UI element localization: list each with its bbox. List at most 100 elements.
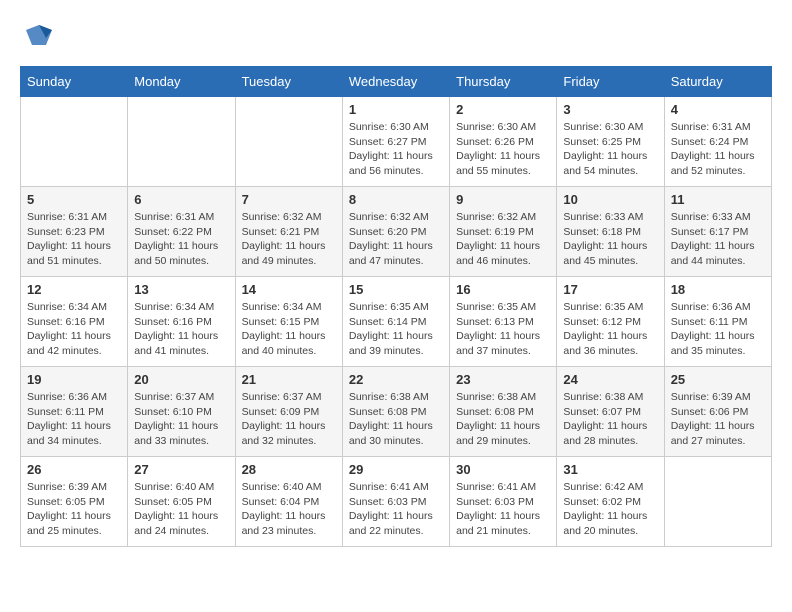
calendar-cell: 16 Sunrise: 6:35 AMSunset: 6:13 PMDayligh… bbox=[450, 277, 557, 367]
logo-icon bbox=[24, 20, 54, 50]
day-number: 14 bbox=[242, 282, 336, 297]
day-number: 28 bbox=[242, 462, 336, 477]
day-info: Sunrise: 6:42 AMSunset: 6:02 PMDaylight:… bbox=[563, 480, 657, 539]
calendar-cell: 21 Sunrise: 6:37 AMSunset: 6:09 PMDayligh… bbox=[235, 367, 342, 457]
calendar-cell: 19 Sunrise: 6:36 AMSunset: 6:11 PMDayligh… bbox=[21, 367, 128, 457]
calendar-cell: 24 Sunrise: 6:38 AMSunset: 6:07 PMDayligh… bbox=[557, 367, 664, 457]
calendar-cell: 30Sunrise: 6:41 AMSunset: 6:03 PMDayligh… bbox=[450, 457, 557, 547]
day-info: Sunrise: 6:33 AMSunset: 6:18 PMDaylight:… bbox=[563, 210, 657, 269]
weekday-header-monday: Monday bbox=[128, 67, 235, 97]
weekday-header-wednesday: Wednesday bbox=[342, 67, 449, 97]
day-info: Sunrise: 6:34 AMSunset: 6:16 PMDaylight:… bbox=[134, 300, 228, 359]
day-info: Sunrise: 6:31 AMSunset: 6:22 PMDaylight:… bbox=[134, 210, 228, 269]
day-info: Sunrise: 6:37 AMSunset: 6:09 PMDaylight:… bbox=[242, 390, 336, 449]
calendar-header: SundayMondayTuesdayWednesdayThursdayFrid… bbox=[21, 67, 772, 97]
day-info: Sunrise: 6:41 AMSunset: 6:03 PMDaylight:… bbox=[456, 480, 550, 539]
day-info: Sunrise: 6:32 AMSunset: 6:20 PMDaylight:… bbox=[349, 210, 443, 269]
calendar-cell: 10 Sunrise: 6:33 AMSunset: 6:18 PMDayligh… bbox=[557, 187, 664, 277]
calendar-cell: 13 Sunrise: 6:34 AMSunset: 6:16 PMDayligh… bbox=[128, 277, 235, 367]
weekday-header-tuesday: Tuesday bbox=[235, 67, 342, 97]
day-number: 29 bbox=[349, 462, 443, 477]
calendar-cell: 4Sunrise: 6:31 AMSunset: 6:24 PMDaylight… bbox=[664, 97, 771, 187]
calendar-cell: 22 Sunrise: 6:38 AMSunset: 6:08 PMDayligh… bbox=[342, 367, 449, 457]
week-row-5: 26 Sunrise: 6:39 AMSunset: 6:05 PMDayligh… bbox=[21, 457, 772, 547]
calendar-cell bbox=[128, 97, 235, 187]
day-number: 24 bbox=[563, 372, 657, 387]
calendar-cell: 26 Sunrise: 6:39 AMSunset: 6:05 PMDayligh… bbox=[21, 457, 128, 547]
day-number: 7 bbox=[242, 192, 336, 207]
day-number: 19 bbox=[27, 372, 121, 387]
weekday-row: SundayMondayTuesdayWednesdayThursdayFrid… bbox=[21, 67, 772, 97]
calendar-cell: 28Sunrise: 6:40 AMSunset: 6:04 PMDayligh… bbox=[235, 457, 342, 547]
day-info: Sunrise: 6:36 AMSunset: 6:11 PMDaylight:… bbox=[27, 390, 121, 449]
day-number: 16 bbox=[456, 282, 550, 297]
day-number: 3 bbox=[563, 102, 657, 117]
calendar-cell: 5Sunrise: 6:31 AMSunset: 6:23 PMDaylight… bbox=[21, 187, 128, 277]
calendar-cell: 2Sunrise: 6:30 AMSunset: 6:26 PMDaylight… bbox=[450, 97, 557, 187]
day-info: Sunrise: 6:30 AMSunset: 6:27 PMDaylight:… bbox=[349, 120, 443, 179]
calendar-cell: 6Sunrise: 6:31 AMSunset: 6:22 PMDaylight… bbox=[128, 187, 235, 277]
day-number: 31 bbox=[563, 462, 657, 477]
calendar-cell: 3 Sunrise: 6:30 AMSunset: 6:25 PMDaylight… bbox=[557, 97, 664, 187]
weekday-header-saturday: Saturday bbox=[664, 67, 771, 97]
day-info: Sunrise: 6:38 AMSunset: 6:07 PMDaylight:… bbox=[563, 390, 657, 449]
day-info: Sunrise: 6:35 AMSunset: 6:13 PMDaylight:… bbox=[456, 300, 550, 359]
day-info: Sunrise: 6:35 AMSunset: 6:12 PMDaylight:… bbox=[563, 300, 657, 359]
day-number: 26 bbox=[27, 462, 121, 477]
day-number: 21 bbox=[242, 372, 336, 387]
calendar-cell: 7 Sunrise: 6:32 AMSunset: 6:21 PMDaylight… bbox=[235, 187, 342, 277]
logo bbox=[20, 20, 54, 50]
day-info: Sunrise: 6:30 AMSunset: 6:26 PMDaylight:… bbox=[456, 120, 550, 179]
day-number: 13 bbox=[134, 282, 228, 297]
week-row-3: 12 Sunrise: 6:34 AMSunset: 6:16 PMDayligh… bbox=[21, 277, 772, 367]
day-info: Sunrise: 6:37 AMSunset: 6:10 PMDaylight:… bbox=[134, 390, 228, 449]
day-number: 18 bbox=[671, 282, 765, 297]
calendar-cell: 14 Sunrise: 6:34 AMSunset: 6:15 PMDayligh… bbox=[235, 277, 342, 367]
day-number: 10 bbox=[563, 192, 657, 207]
calendar-cell: 8 Sunrise: 6:32 AMSunset: 6:20 PMDaylight… bbox=[342, 187, 449, 277]
day-number: 5 bbox=[27, 192, 121, 207]
day-number: 4 bbox=[671, 102, 765, 117]
weekday-header-friday: Friday bbox=[557, 67, 664, 97]
day-info: Sunrise: 6:36 AMSunset: 6:11 PMDaylight:… bbox=[671, 300, 765, 359]
calendar-cell: 29 Sunrise: 6:41 AMSunset: 6:03 PMDayligh… bbox=[342, 457, 449, 547]
calendar-cell: 15 Sunrise: 6:35 AMSunset: 6:14 PMDayligh… bbox=[342, 277, 449, 367]
day-info: Sunrise: 6:35 AMSunset: 6:14 PMDaylight:… bbox=[349, 300, 443, 359]
calendar-cell: 9 Sunrise: 6:32 AMSunset: 6:19 PMDaylight… bbox=[450, 187, 557, 277]
day-info: Sunrise: 6:41 AMSunset: 6:03 PMDaylight:… bbox=[349, 480, 443, 539]
calendar-cell: 17 Sunrise: 6:35 AMSunset: 6:12 PMDayligh… bbox=[557, 277, 664, 367]
calendar-cell: 18 Sunrise: 6:36 AMSunset: 6:11 PMDayligh… bbox=[664, 277, 771, 367]
day-info: Sunrise: 6:38 AMSunset: 6:08 PMDaylight:… bbox=[456, 390, 550, 449]
day-number: 23 bbox=[456, 372, 550, 387]
day-info: Sunrise: 6:34 AMSunset: 6:16 PMDaylight:… bbox=[27, 300, 121, 359]
day-number: 27 bbox=[134, 462, 228, 477]
day-info: Sunrise: 6:33 AMSunset: 6:17 PMDaylight:… bbox=[671, 210, 765, 269]
weekday-header-thursday: Thursday bbox=[450, 67, 557, 97]
day-number: 15 bbox=[349, 282, 443, 297]
day-info: Sunrise: 6:34 AMSunset: 6:15 PMDaylight:… bbox=[242, 300, 336, 359]
week-row-1: 1 Sunrise: 6:30 AMSunset: 6:27 PMDaylight… bbox=[21, 97, 772, 187]
calendar-cell bbox=[21, 97, 128, 187]
calendar-cell bbox=[664, 457, 771, 547]
day-info: Sunrise: 6:39 AMSunset: 6:05 PMDaylight:… bbox=[27, 480, 121, 539]
day-info: Sunrise: 6:30 AMSunset: 6:25 PMDaylight:… bbox=[563, 120, 657, 179]
day-info: Sunrise: 6:39 AMSunset: 6:06 PMDaylight:… bbox=[671, 390, 765, 449]
day-info: Sunrise: 6:38 AMSunset: 6:08 PMDaylight:… bbox=[349, 390, 443, 449]
calendar-body: 1 Sunrise: 6:30 AMSunset: 6:27 PMDaylight… bbox=[21, 97, 772, 547]
day-number: 22 bbox=[349, 372, 443, 387]
day-number: 9 bbox=[456, 192, 550, 207]
calendar-cell: 11Sunrise: 6:33 AMSunset: 6:17 PMDayligh… bbox=[664, 187, 771, 277]
day-number: 1 bbox=[349, 102, 443, 117]
calendar-cell: 12 Sunrise: 6:34 AMSunset: 6:16 PMDayligh… bbox=[21, 277, 128, 367]
day-number: 25 bbox=[671, 372, 765, 387]
week-row-4: 19 Sunrise: 6:36 AMSunset: 6:11 PMDayligh… bbox=[21, 367, 772, 457]
day-info: Sunrise: 6:32 AMSunset: 6:19 PMDaylight:… bbox=[456, 210, 550, 269]
day-number: 20 bbox=[134, 372, 228, 387]
day-number: 8 bbox=[349, 192, 443, 207]
calendar-cell: 23 Sunrise: 6:38 AMSunset: 6:08 PMDayligh… bbox=[450, 367, 557, 457]
day-number: 17 bbox=[563, 282, 657, 297]
day-info: Sunrise: 6:32 AMSunset: 6:21 PMDaylight:… bbox=[242, 210, 336, 269]
calendar: SundayMondayTuesdayWednesdayThursdayFrid… bbox=[20, 66, 772, 547]
weekday-header-sunday: Sunday bbox=[21, 67, 128, 97]
day-number: 12 bbox=[27, 282, 121, 297]
